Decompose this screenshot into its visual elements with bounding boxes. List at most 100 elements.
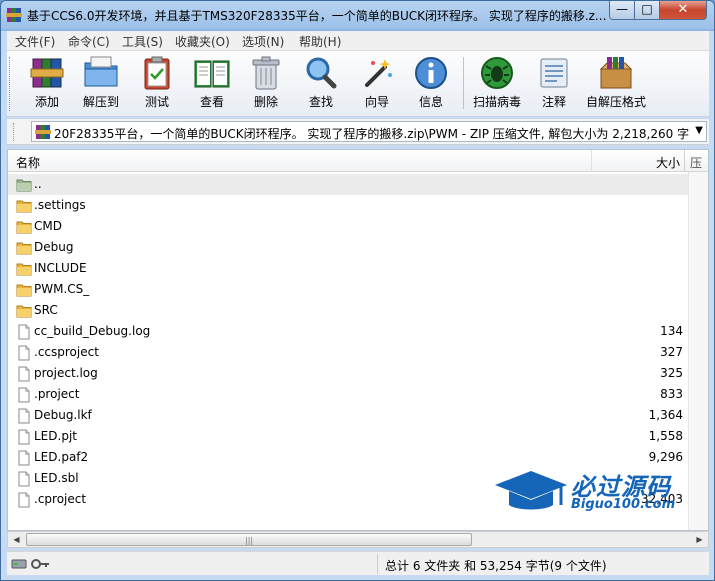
- file-icon: [18, 471, 30, 487]
- wizard-button[interactable]: 向导: [355, 55, 399, 115]
- toolbar-grip[interactable]: [9, 57, 12, 111]
- close-button[interactable]: ✕: [659, 1, 707, 20]
- drive-key-icon[interactable]: [11, 557, 51, 571]
- file-name: LED.paf2: [34, 450, 89, 464]
- window-title: 基于CCS6.0开发环境，并且基于TMS320F28335平台，一个简单的BUC…: [27, 9, 607, 23]
- scan-virus-label: 扫描病毒: [472, 95, 521, 109]
- column-packed[interactable]: 压: [690, 154, 702, 171]
- minimize-button[interactable]: —: [609, 1, 635, 20]
- folder-row[interactable]: INCLUDE: [8, 258, 688, 279]
- info-button[interactable]: 信息: [409, 55, 453, 115]
- find-label: 查找: [308, 95, 333, 109]
- file-row[interactable]: project.log 325: [8, 363, 688, 384]
- file-name: .cproject: [34, 492, 87, 506]
- file-name: LED.sbl: [34, 471, 79, 485]
- parent-folder-icon: [16, 179, 32, 192]
- folder-row[interactable]: SRC: [8, 300, 688, 321]
- folder-row[interactable]: Debug: [8, 237, 688, 258]
- file-icon: [18, 450, 30, 466]
- scroll-left-icon[interactable]: ◀: [8, 532, 25, 547]
- menu-options[interactable]: 选项(N): [242, 33, 284, 50]
- view-button[interactable]: 查看: [189, 55, 235, 115]
- delete-label: 删除: [253, 95, 278, 109]
- scroll-thumb[interactable]: |||: [26, 533, 472, 546]
- file-icon: [18, 345, 30, 361]
- bug-scan-icon: [481, 57, 513, 89]
- watermark-url: Biguo100.com: [571, 497, 676, 512]
- find-button[interactable]: 查找: [299, 55, 343, 115]
- file-icon: [18, 387, 30, 403]
- file-row[interactable]: LED.paf2 9,296: [8, 447, 688, 468]
- file-name: .project: [34, 387, 80, 401]
- maximize-button[interactable]: □: [634, 1, 660, 20]
- file-size: 1,558: [648, 429, 683, 443]
- archive-icon: [35, 125, 51, 139]
- column-name[interactable]: 名称: [16, 154, 40, 171]
- vertical-scrollbar[interactable]: [688, 172, 708, 530]
- file-name: .ccsproject: [34, 345, 99, 359]
- file-icon: [18, 366, 30, 382]
- folder-row[interactable]: PWM.CS_: [8, 279, 688, 300]
- column-size[interactable]: 大小: [656, 154, 680, 171]
- folder-icon: [16, 242, 32, 255]
- extract-to-button[interactable]: 解压到: [77, 55, 125, 115]
- view-label: 查看: [199, 95, 224, 109]
- add-button[interactable]: 添加: [25, 55, 69, 115]
- folder-extract-icon: [84, 56, 118, 87]
- comment-icon: [540, 58, 568, 88]
- column-divider: [591, 150, 592, 172]
- file-name: SRC: [34, 303, 58, 317]
- watermark-logo: 必过源码 Biguo100.com: [491, 467, 691, 517]
- address-path: 20F28335平台，一个简单的BUCK闭环程序。 实现了程序的搬移.zip\P…: [54, 127, 690, 141]
- file-icon: [18, 429, 30, 445]
- file-icon: [18, 492, 30, 508]
- file-name: CMD: [34, 219, 62, 233]
- info-label: 信息: [418, 95, 443, 109]
- file-row[interactable]: Debug.lkf 1,364: [8, 405, 688, 426]
- toolbar-separator: [463, 57, 464, 109]
- toolbar: 添加 解压到 测试 查看 删除 查找 向导 信息 扫描病毒 注释 自解压格式: [7, 51, 709, 117]
- file-name: Debug: [34, 240, 74, 254]
- comment-label: 注释: [541, 95, 566, 109]
- file-name: project.log: [34, 366, 98, 380]
- sfx-label: 自解压格式: [585, 95, 646, 109]
- scan-virus-button[interactable]: 扫描病毒: [469, 55, 525, 115]
- folder-icon: [16, 263, 32, 276]
- folder-row[interactable]: .settings: [8, 195, 688, 216]
- file-icon: [18, 408, 30, 424]
- books-add-icon: [30, 58, 64, 88]
- menu-file[interactable]: 文件(F): [15, 33, 55, 50]
- folder-icon: [16, 221, 32, 234]
- scroll-right-icon[interactable]: ▶: [691, 532, 708, 547]
- file-row[interactable]: .ccsproject 327: [8, 342, 688, 363]
- address-dropdown-icon[interactable]: ▼: [695, 125, 703, 136]
- horizontal-scrollbar[interactable]: ◀ ||| ▶: [7, 531, 709, 548]
- file-name: LED.pjt: [34, 429, 77, 443]
- sfx-box-icon: [599, 57, 633, 89]
- menu-bar: 文件(F) 命令(C) 工具(S) 收藏夹(O) 选项(N) 帮助(H): [7, 31, 709, 51]
- delete-button[interactable]: 删除: [245, 55, 287, 115]
- file-row[interactable]: .project 833: [8, 384, 688, 405]
- parent-row[interactable]: ..: [8, 174, 688, 195]
- menu-favorites[interactable]: 收藏夹(O): [175, 33, 230, 50]
- menu-help[interactable]: 帮助(H): [299, 33, 341, 50]
- file-size: 327: [660, 345, 683, 359]
- menu-tools[interactable]: 工具(S): [122, 33, 163, 50]
- title-bar[interactable]: 基于CCS6.0开发环境，并且基于TMS320F28335平台，一个简单的BUC…: [1, 1, 714, 29]
- file-row[interactable]: LED.pjt 1,558: [8, 426, 688, 447]
- address-grip[interactable]: [13, 123, 15, 141]
- sfx-button[interactable]: 自解压格式: [581, 55, 651, 115]
- folder-icon: [16, 200, 32, 213]
- menu-commands[interactable]: 命令(C): [68, 33, 110, 50]
- folder-row[interactable]: CMD: [8, 216, 688, 237]
- address-field[interactable]: 20F28335平台，一个简单的BUCK闭环程序。 实现了程序的搬移.zip\P…: [31, 121, 707, 142]
- file-size: 134: [660, 324, 683, 338]
- open-book-icon: [194, 60, 230, 88]
- file-size: 325: [660, 366, 683, 380]
- file-row[interactable]: cc_build_Debug.log 134: [8, 321, 688, 342]
- comment-button[interactable]: 注释: [533, 55, 575, 115]
- folder-icon: [16, 305, 32, 318]
- test-button[interactable]: 测试: [135, 55, 179, 115]
- file-size: 833: [660, 387, 683, 401]
- file-size: 1,364: [648, 408, 683, 422]
